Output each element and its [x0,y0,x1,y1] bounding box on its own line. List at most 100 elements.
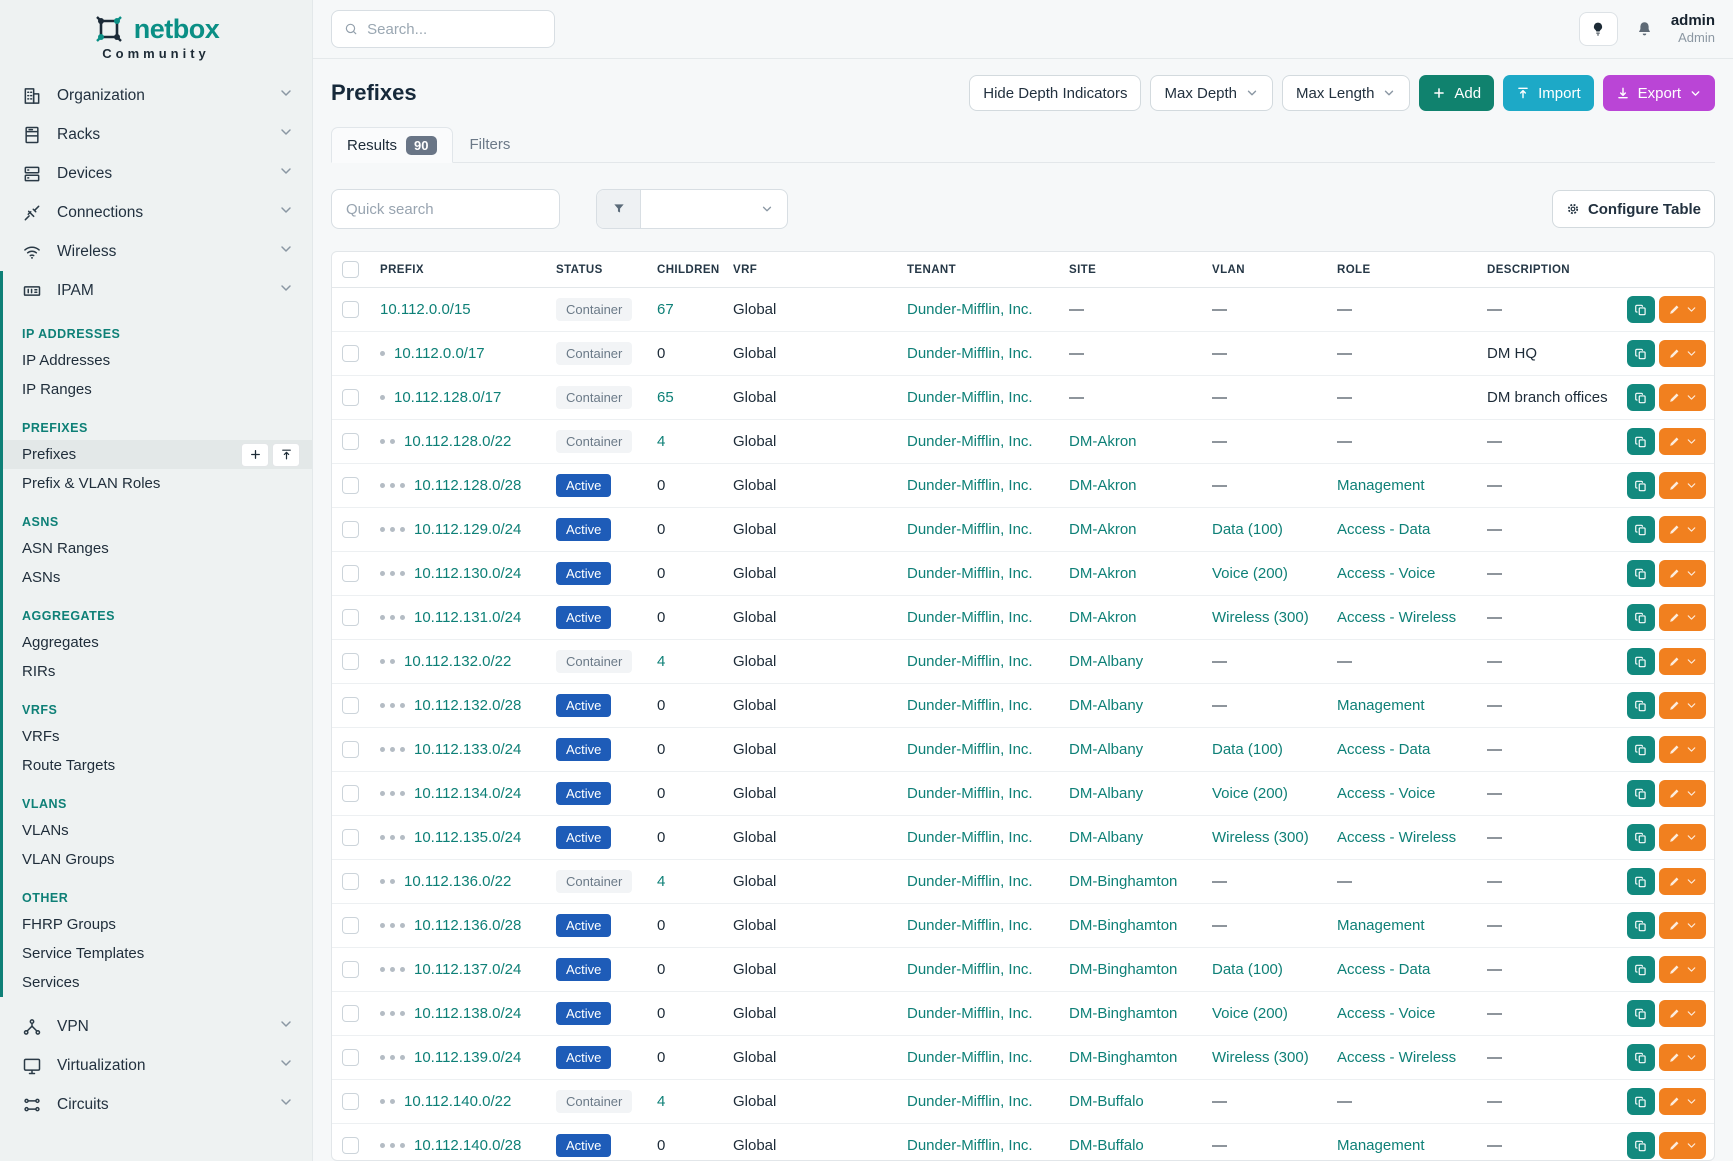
sidebar-item-connections[interactable]: Connections [0,193,312,232]
edit-button[interactable] [1659,428,1706,455]
import-button[interactable]: Import [1503,75,1594,111]
sidebar-item-services[interactable]: Services [3,968,312,997]
sidebar-item-vlan-groups[interactable]: VLAN Groups [3,845,312,874]
sidebar-item-rirs[interactable]: RIRs [3,657,312,686]
role-link[interactable]: Access - Data [1337,741,1430,758]
copy-button[interactable] [1627,912,1655,939]
tenant-link[interactable]: Dunder-Mifflin, Inc. [907,917,1033,934]
role-link[interactable]: Access - Data [1337,521,1430,538]
prefix-link[interactable]: 10.112.134.0/24 [414,785,521,802]
edit-button[interactable] [1659,560,1706,587]
vlan-link[interactable]: Data (100) [1212,741,1283,758]
children-count-link[interactable]: 67 [657,301,674,318]
sidebar-item-prefixes[interactable]: Prefixes [3,440,312,469]
tenant-link[interactable]: Dunder-Mifflin, Inc. [907,785,1033,802]
vlan-link[interactable]: Data (100) [1212,961,1283,978]
role-link[interactable]: Access - Voice [1337,1005,1435,1022]
filter-select-value[interactable] [641,190,787,228]
site-link[interactable]: DM-Buffalo [1069,1137,1144,1154]
sidebar-item-ip-addresses[interactable]: IP Addresses [3,346,312,375]
row-checkbox[interactable] [342,697,359,714]
edit-button[interactable] [1659,472,1706,499]
site-link[interactable]: DM-Albany [1069,741,1143,758]
children-count-link[interactable]: 4 [657,1093,665,1110]
prefix-link[interactable]: 10.112.128.0/22 [404,433,511,450]
row-checkbox[interactable] [342,917,359,934]
role-link[interactable]: Management [1337,917,1425,934]
role-link[interactable]: Management [1337,697,1425,714]
copy-button[interactable] [1627,736,1655,763]
prefix-link[interactable]: 10.112.0.0/17 [394,345,485,362]
tenant-link[interactable]: Dunder-Mifflin, Inc. [907,433,1033,450]
row-checkbox[interactable] [342,961,359,978]
copy-button[interactable] [1627,648,1655,675]
row-checkbox[interactable] [342,873,359,890]
global-search[interactable] [331,10,555,48]
row-checkbox[interactable] [342,565,359,582]
edit-button[interactable] [1659,648,1706,675]
tenant-link[interactable]: Dunder-Mifflin, Inc. [907,961,1033,978]
sidebar-item-route-targets[interactable]: Route Targets [3,751,312,780]
tab-results[interactable]: Results 90 [331,127,453,163]
site-link[interactable]: DM-Akron [1069,521,1137,538]
row-checkbox[interactable] [342,1093,359,1110]
copy-button[interactable] [1627,692,1655,719]
prefix-link[interactable]: 10.112.137.0/24 [414,961,521,978]
theme-toggle-button[interactable] [1579,12,1618,46]
row-checkbox[interactable] [342,389,359,406]
tenant-link[interactable]: Dunder-Mifflin, Inc. [907,829,1033,846]
notifications-button[interactable] [1635,20,1654,39]
prefix-link[interactable]: 10.112.132.0/22 [404,653,511,670]
role-link[interactable]: Access - Wireless [1337,609,1456,626]
edit-button[interactable] [1659,516,1706,543]
edit-button[interactable] [1659,780,1706,807]
site-link[interactable]: DM-Akron [1069,433,1137,450]
column-header-prefix[interactable]: PREFIX [380,264,556,276]
edit-button[interactable] [1659,604,1706,631]
tenant-link[interactable]: Dunder-Mifflin, Inc. [907,477,1033,494]
copy-button[interactable] [1627,384,1655,411]
row-checkbox[interactable] [342,785,359,802]
edit-button[interactable] [1659,384,1706,411]
edit-button[interactable] [1659,736,1706,763]
row-checkbox[interactable] [342,345,359,362]
row-checkbox[interactable] [342,741,359,758]
site-link[interactable]: DM-Buffalo [1069,1093,1144,1110]
row-checkbox[interactable] [342,829,359,846]
column-header-vlan[interactable]: VLAN [1212,264,1337,276]
copy-button[interactable] [1627,340,1655,367]
vlan-link[interactable]: Wireless (300) [1212,609,1309,626]
prefix-link[interactable]: 10.112.132.0/28 [414,697,521,714]
role-link[interactable]: Access - Voice [1337,565,1435,582]
quick-search-input[interactable] [346,201,545,218]
site-link[interactable]: DM-Binghamton [1069,917,1177,934]
sidebar-item-asns[interactable]: ASNs [3,563,312,592]
edit-button[interactable] [1659,1044,1706,1071]
prefix-link[interactable]: 10.112.129.0/24 [414,521,521,538]
edit-button[interactable] [1659,1132,1706,1159]
prefix-link[interactable]: 10.112.130.0/24 [414,565,521,582]
prefix-link[interactable]: 10.112.140.0/22 [404,1093,511,1110]
copy-button[interactable] [1627,296,1655,323]
configure-table-button[interactable]: Configure Table [1552,190,1715,228]
tenant-link[interactable]: Dunder-Mifflin, Inc. [907,697,1033,714]
prefix-link[interactable]: 10.112.131.0/24 [414,609,521,626]
column-header-tenant[interactable]: TENANT [907,264,1069,276]
copy-button[interactable] [1627,560,1655,587]
children-count-link[interactable]: 4 [657,433,665,450]
role-link[interactable]: Management [1337,1137,1425,1154]
copy-button[interactable] [1627,428,1655,455]
sidebar-item-vrfs[interactable]: VRFs [3,722,312,751]
global-search-input[interactable] [367,21,542,38]
edit-button[interactable] [1659,692,1706,719]
site-link[interactable]: DM-Albany [1069,697,1143,714]
edit-button[interactable] [1659,1088,1706,1115]
sidebar-item-ip-ranges[interactable]: IP Ranges [3,375,312,404]
copy-button[interactable] [1627,1132,1655,1159]
column-header-status[interactable]: STATUS [556,264,657,276]
vlan-link[interactable]: Wireless (300) [1212,829,1309,846]
max-length-dropdown[interactable]: Max Length [1282,75,1410,111]
prefix-link[interactable]: 10.112.138.0/24 [414,1005,521,1022]
role-link[interactable]: Access - Wireless [1337,1049,1456,1066]
hide-depth-indicators-button[interactable]: Hide Depth Indicators [969,75,1141,111]
